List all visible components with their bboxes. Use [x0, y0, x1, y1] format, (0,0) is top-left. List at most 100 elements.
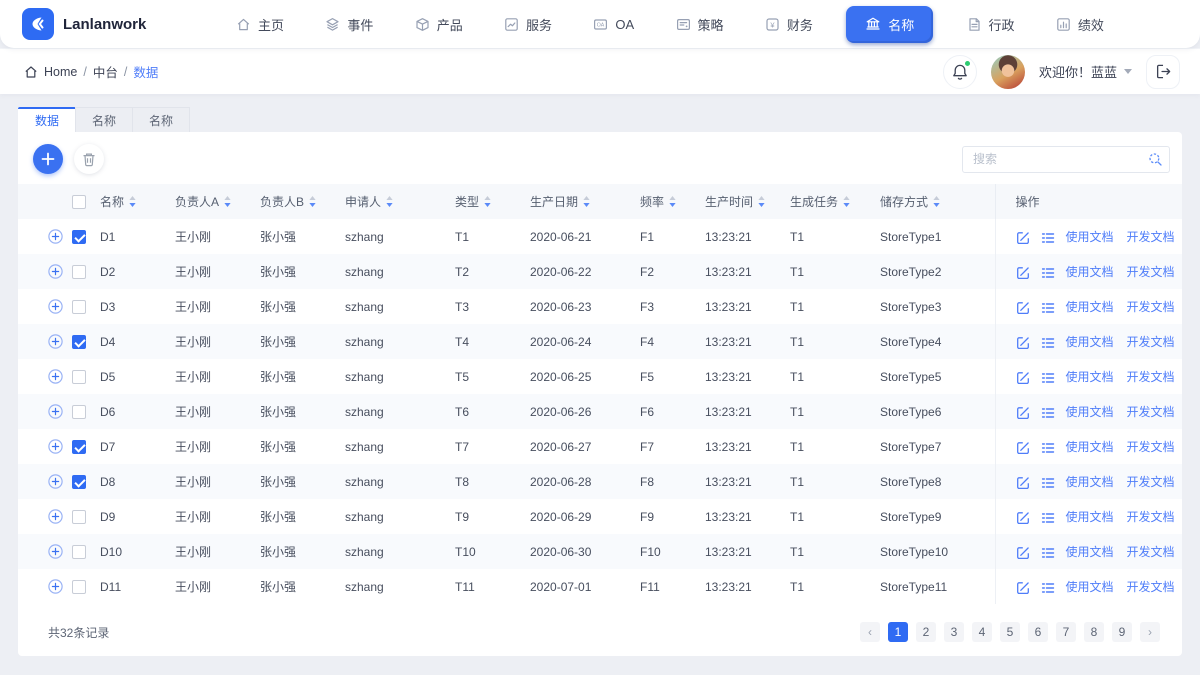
- expand-row-icon[interactable]: [48, 544, 63, 559]
- dev-doc-link[interactable]: 开发文档: [1127, 440, 1175, 454]
- page-button-1[interactable]: 1: [888, 622, 908, 642]
- use-doc-link[interactable]: 使用文档: [1066, 335, 1114, 349]
- use-doc-link[interactable]: 使用文档: [1066, 545, 1114, 559]
- tab-names-1[interactable]: 名称: [75, 107, 133, 132]
- expand-row-icon[interactable]: [48, 439, 63, 454]
- sort-icon[interactable]: [386, 196, 393, 207]
- search-input[interactable]: [962, 145, 1170, 173]
- page-button-2[interactable]: 2: [916, 622, 936, 642]
- page-button-4[interactable]: 4: [972, 622, 992, 642]
- sort-icon[interactable]: [669, 196, 676, 207]
- list-icon[interactable]: [1041, 441, 1055, 455]
- use-doc-link[interactable]: 使用文档: [1066, 265, 1114, 279]
- row-checkbox[interactable]: [72, 404, 86, 419]
- expand-row-icon[interactable]: [48, 264, 63, 279]
- expand-row-icon[interactable]: [48, 369, 63, 384]
- logout-button[interactable]: [1146, 54, 1180, 89]
- row-checkbox[interactable]: [72, 544, 86, 559]
- use-doc-link[interactable]: 使用文档: [1066, 405, 1114, 419]
- nav-item-strategy[interactable]: 策略: [668, 9, 732, 40]
- page-button-8[interactable]: 8: [1084, 622, 1104, 642]
- nav-item-products[interactable]: 产品: [407, 9, 471, 40]
- edit-icon[interactable]: [1016, 231, 1030, 245]
- nav-item-finance[interactable]: ¥ 财务: [757, 9, 821, 40]
- expand-row-icon[interactable]: [48, 404, 63, 419]
- edit-icon[interactable]: [1016, 476, 1030, 490]
- row-checkbox[interactable]: [72, 439, 86, 454]
- list-icon[interactable]: [1041, 476, 1055, 490]
- use-doc-link[interactable]: 使用文档: [1066, 300, 1114, 314]
- edit-icon[interactable]: [1016, 266, 1030, 280]
- edit-icon[interactable]: [1016, 336, 1030, 350]
- dev-doc-link[interactable]: 开发文档: [1127, 370, 1175, 384]
- row-checkbox[interactable]: [72, 334, 86, 349]
- notification-bell-button[interactable]: [942, 54, 977, 89]
- nav-item-names[interactable]: 名称: [846, 5, 934, 43]
- sort-icon[interactable]: [583, 196, 590, 207]
- edit-icon[interactable]: [1016, 546, 1030, 560]
- use-doc-link[interactable]: 使用文档: [1066, 475, 1114, 489]
- dev-doc-link[interactable]: 开发文档: [1127, 335, 1175, 349]
- tab-data[interactable]: 数据: [18, 107, 76, 132]
- row-checkbox[interactable]: [72, 264, 86, 279]
- list-icon[interactable]: [1041, 406, 1055, 420]
- page-button-5[interactable]: 5: [1000, 622, 1020, 642]
- breadcrumb-data[interactable]: 数据: [133, 62, 158, 81]
- sort-icon[interactable]: [843, 196, 850, 207]
- next-page-button[interactable]: ›: [1140, 622, 1160, 642]
- sort-icon[interactable]: [484, 196, 491, 207]
- nav-item-oa[interactable]: OA OA: [585, 11, 642, 38]
- row-checkbox[interactable]: [72, 229, 86, 244]
- row-checkbox[interactable]: [72, 299, 86, 314]
- user-menu[interactable]: 欢迎你！蓝蓝: [1039, 62, 1132, 81]
- row-checkbox[interactable]: [72, 474, 86, 489]
- page-button-6[interactable]: 6: [1028, 622, 1048, 642]
- use-doc-link[interactable]: 使用文档: [1066, 510, 1114, 524]
- list-icon[interactable]: [1041, 301, 1055, 315]
- edit-icon[interactable]: [1016, 406, 1030, 420]
- expand-row-icon[interactable]: [48, 334, 63, 349]
- dev-doc-link[interactable]: 开发文档: [1127, 230, 1175, 244]
- expand-row-icon[interactable]: [48, 474, 63, 489]
- dev-doc-link[interactable]: 开发文档: [1127, 265, 1175, 279]
- dev-doc-link[interactable]: 开发文档: [1127, 300, 1175, 314]
- page-button-7[interactable]: 7: [1056, 622, 1076, 642]
- sort-icon[interactable]: [758, 196, 765, 207]
- add-button[interactable]: [33, 144, 63, 174]
- use-doc-link[interactable]: 使用文档: [1066, 440, 1114, 454]
- expand-row-icon[interactable]: [48, 229, 63, 244]
- list-icon[interactable]: [1041, 336, 1055, 350]
- select-all-checkbox[interactable]: [72, 194, 86, 209]
- dev-doc-link[interactable]: 开发文档: [1127, 545, 1175, 559]
- user-avatar[interactable]: [990, 54, 1025, 89]
- brand-logo[interactable]: Lanlanwork: [22, 8, 180, 40]
- edit-icon[interactable]: [1016, 511, 1030, 525]
- edit-icon[interactable]: [1016, 371, 1030, 385]
- edit-icon[interactable]: [1016, 581, 1030, 595]
- list-icon[interactable]: [1041, 581, 1055, 595]
- sort-icon[interactable]: [309, 196, 316, 207]
- row-checkbox[interactable]: [72, 509, 86, 524]
- nav-item-home[interactable]: 主页: [228, 9, 292, 40]
- edit-icon[interactable]: [1016, 441, 1030, 455]
- list-icon[interactable]: [1041, 511, 1055, 525]
- nav-item-performance[interactable]: 绩效: [1048, 9, 1112, 40]
- expand-row-icon[interactable]: [48, 579, 63, 594]
- prev-page-button[interactable]: ‹: [860, 622, 880, 642]
- nav-item-services[interactable]: 服务: [496, 9, 560, 40]
- row-checkbox[interactable]: [72, 579, 86, 594]
- delete-button[interactable]: [74, 144, 104, 174]
- nav-item-admin[interactable]: 行政: [959, 9, 1023, 40]
- breadcrumb-middle[interactable]: 中台: [93, 62, 118, 81]
- dev-doc-link[interactable]: 开发文档: [1127, 475, 1175, 489]
- list-icon[interactable]: [1041, 266, 1055, 280]
- sort-icon[interactable]: [224, 196, 231, 207]
- search-icon[interactable]: [1148, 152, 1163, 167]
- list-icon[interactable]: [1041, 231, 1055, 245]
- dev-doc-link[interactable]: 开发文档: [1127, 405, 1175, 419]
- list-icon[interactable]: [1041, 546, 1055, 560]
- page-button-9[interactable]: 9: [1112, 622, 1132, 642]
- use-doc-link[interactable]: 使用文档: [1066, 370, 1114, 384]
- expand-row-icon[interactable]: [48, 509, 63, 524]
- sort-icon[interactable]: [933, 196, 940, 207]
